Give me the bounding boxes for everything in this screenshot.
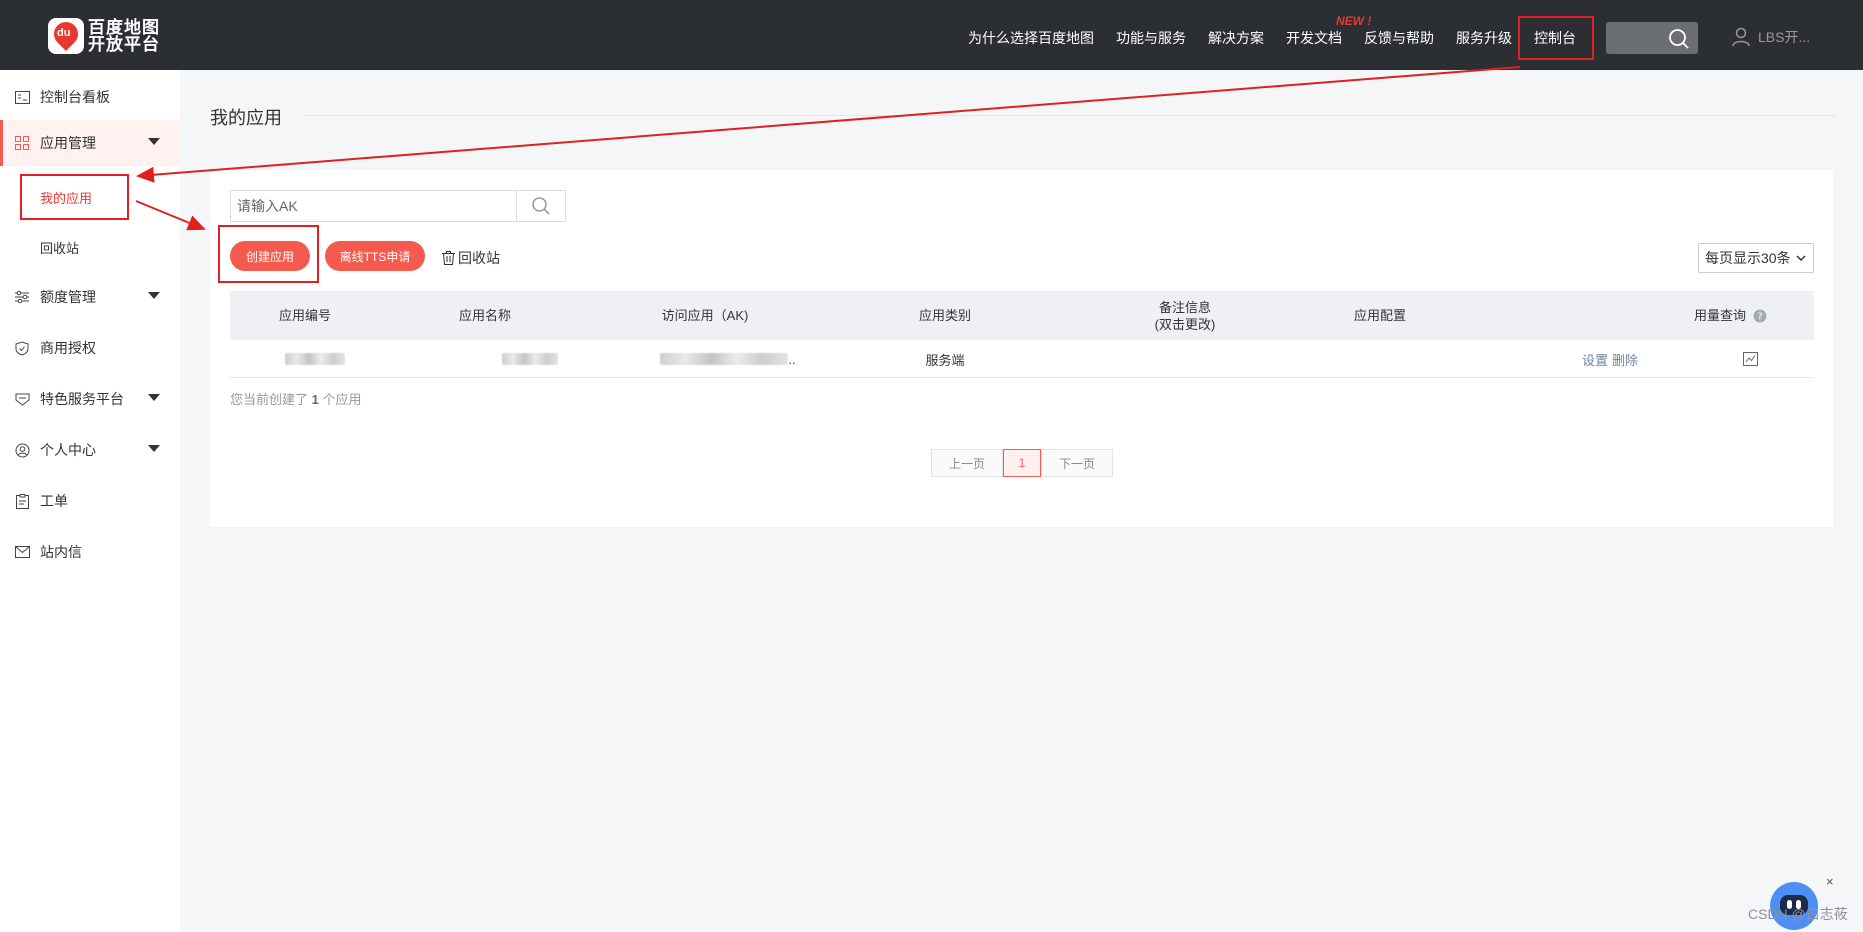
col-app-name: 应用名称 bbox=[458, 308, 511, 323]
sidebar-item-quota-management[interactable]: 额度管理 bbox=[0, 274, 180, 320]
dashboard-card-icon bbox=[14, 89, 30, 105]
my-apps-highlight-box bbox=[20, 174, 129, 220]
next-page-button[interactable]: 下一页 bbox=[1041, 449, 1113, 477]
nav-why-baidu-map[interactable]: 为什么选择百度地图 bbox=[968, 28, 1094, 48]
col-app-category: 应用类别 bbox=[918, 308, 971, 323]
new-badge: NEW ! bbox=[1336, 14, 1372, 28]
search-icon bbox=[1669, 29, 1689, 49]
caret-down-icon bbox=[148, 394, 160, 401]
sidebar-item-work-order[interactable]: 工单 bbox=[0, 478, 180, 524]
sidebar-item-console-board[interactable]: 控制台看板 bbox=[0, 74, 180, 120]
col-app-id: 应用编号 bbox=[278, 308, 331, 323]
sidebar-item-inbox[interactable]: 站内信 bbox=[0, 529, 180, 575]
col-usage-query: 用量查询 bbox=[1693, 308, 1746, 323]
nav-dev-docs[interactable]: 开发文档 bbox=[1286, 28, 1342, 48]
col-access-ak: 访问应用（AK) bbox=[661, 308, 749, 323]
col-remarks-title: 备注信息 bbox=[1158, 299, 1211, 315]
search-icon bbox=[532, 197, 550, 215]
sidebar-item-personal-center[interactable]: 个人中心 bbox=[0, 427, 180, 473]
sidebar-item-label: 特色服务平台 bbox=[40, 391, 124, 407]
settings-link[interactable]: 设置 bbox=[1582, 350, 1608, 369]
close-icon[interactable]: × bbox=[1826, 874, 1834, 889]
col-app-config: 应用配置 bbox=[1353, 308, 1406, 323]
user-menu[interactable]: LBS开... bbox=[1730, 26, 1810, 48]
pagination: 上一页 1 下一页 bbox=[931, 449, 1113, 477]
sidebar-item-app-management[interactable]: 应用管理 bbox=[0, 120, 180, 166]
ak-search-button[interactable] bbox=[516, 190, 566, 222]
clipboard-icon bbox=[14, 493, 30, 509]
title-divider bbox=[305, 115, 1835, 116]
sidebar-item-commercial-license[interactable]: 商用授权 bbox=[0, 325, 180, 371]
summary-suffix: 个应用 bbox=[322, 392, 362, 407]
csdn-watermark: CSDN @白志莜 bbox=[1748, 906, 1848, 922]
grid-apps-icon bbox=[14, 135, 30, 151]
delete-link[interactable]: 删除 bbox=[1612, 350, 1638, 369]
col-remarks-hint: (双击更改) bbox=[1154, 316, 1216, 332]
mail-icon bbox=[14, 544, 30, 560]
offline-tts-apply-button[interactable]: 离线TTS申请 bbox=[325, 241, 425, 271]
sidebar-item-label: 个人中心 bbox=[40, 442, 96, 458]
ak-search-input[interactable] bbox=[230, 190, 516, 222]
summary-prefix: 您当前创建了 bbox=[230, 392, 309, 407]
user-icon bbox=[1732, 27, 1750, 47]
sidebar-item-label: 商用授权 bbox=[40, 340, 96, 356]
ak-ellipsis: .. bbox=[788, 351, 796, 367]
nav-service-upgrade[interactable]: 服务升级 bbox=[1456, 28, 1512, 48]
usage-chart-icon[interactable] bbox=[1720, 340, 1780, 378]
create-app-highlight-box bbox=[218, 225, 319, 283]
page-size-value: 每页显示30条 bbox=[1705, 250, 1791, 266]
user-circle-icon bbox=[14, 442, 30, 458]
col-remarks: 备注信息 (双击更改) bbox=[1120, 291, 1250, 340]
trash-icon bbox=[442, 251, 455, 265]
top-navbar: du 百度地图 开放平台 为什么选择百度地图 功能与服务 解决方案 开发文档 反… bbox=[0, 0, 1863, 70]
help-icon[interactable]: ? bbox=[1752, 291, 1768, 340]
cell-app-name-redacted bbox=[502, 340, 558, 378]
header-search[interactable] bbox=[1606, 22, 1698, 54]
sidebar-item-featured-services[interactable]: 特色服务平台 bbox=[0, 376, 180, 422]
current-page-button[interactable]: 1 bbox=[1003, 449, 1041, 477]
table-row: .. 服务端 设置 删除 bbox=[230, 340, 1814, 378]
cell-ak-redacted[interactable]: .. bbox=[658, 340, 798, 378]
prev-page-button[interactable]: 上一页 bbox=[931, 449, 1003, 477]
page-size-select[interactable]: 每页显示30条 bbox=[1698, 243, 1814, 273]
shield-check-icon bbox=[14, 340, 30, 356]
cell-app-config: 设置 删除 bbox=[1560, 340, 1660, 378]
app-count-summary: 您当前创建了 1 个应用 bbox=[230, 389, 362, 408]
sidebar-item-label: 站内信 bbox=[40, 544, 82, 560]
badge-icon bbox=[14, 391, 30, 407]
table-header: 应用编号 应用名称 访问应用（AK) 应用类别 备注信息 (双击更改) 应用配置… bbox=[230, 291, 1814, 340]
sidebar-sub-recycle-bin[interactable]: 回收站 bbox=[40, 238, 79, 257]
page-title: 我的应用 bbox=[210, 108, 282, 128]
svg-text:?: ? bbox=[1757, 311, 1762, 322]
sidebar-item-label: 应用管理 bbox=[40, 135, 96, 151]
chevron-down-icon bbox=[1796, 255, 1806, 262]
cell-app-id-redacted bbox=[285, 340, 345, 378]
nav-features[interactable]: 功能与服务 bbox=[1116, 28, 1186, 48]
sidebar-item-label: 控制台看板 bbox=[40, 89, 110, 105]
sliders-icon bbox=[14, 289, 30, 305]
nav-solutions[interactable]: 解决方案 bbox=[1208, 28, 1264, 48]
recycle-bin-link[interactable]: 回收站 bbox=[442, 248, 500, 268]
caret-down-icon bbox=[148, 138, 160, 145]
recycle-bin-label: 回收站 bbox=[458, 250, 500, 266]
caret-down-icon bbox=[148, 292, 160, 299]
sidebar-item-label: 额度管理 bbox=[40, 289, 96, 305]
sidebar-item-label: 工单 bbox=[40, 493, 68, 509]
cell-app-category: 服务端 bbox=[925, 352, 965, 368]
console-highlight-box bbox=[1518, 16, 1594, 60]
user-name: LBS开... bbox=[1758, 29, 1811, 45]
caret-down-icon bbox=[148, 445, 160, 452]
summary-count: 1 bbox=[311, 392, 319, 407]
nav-feedback-help[interactable]: 反馈与帮助 bbox=[1364, 28, 1434, 48]
